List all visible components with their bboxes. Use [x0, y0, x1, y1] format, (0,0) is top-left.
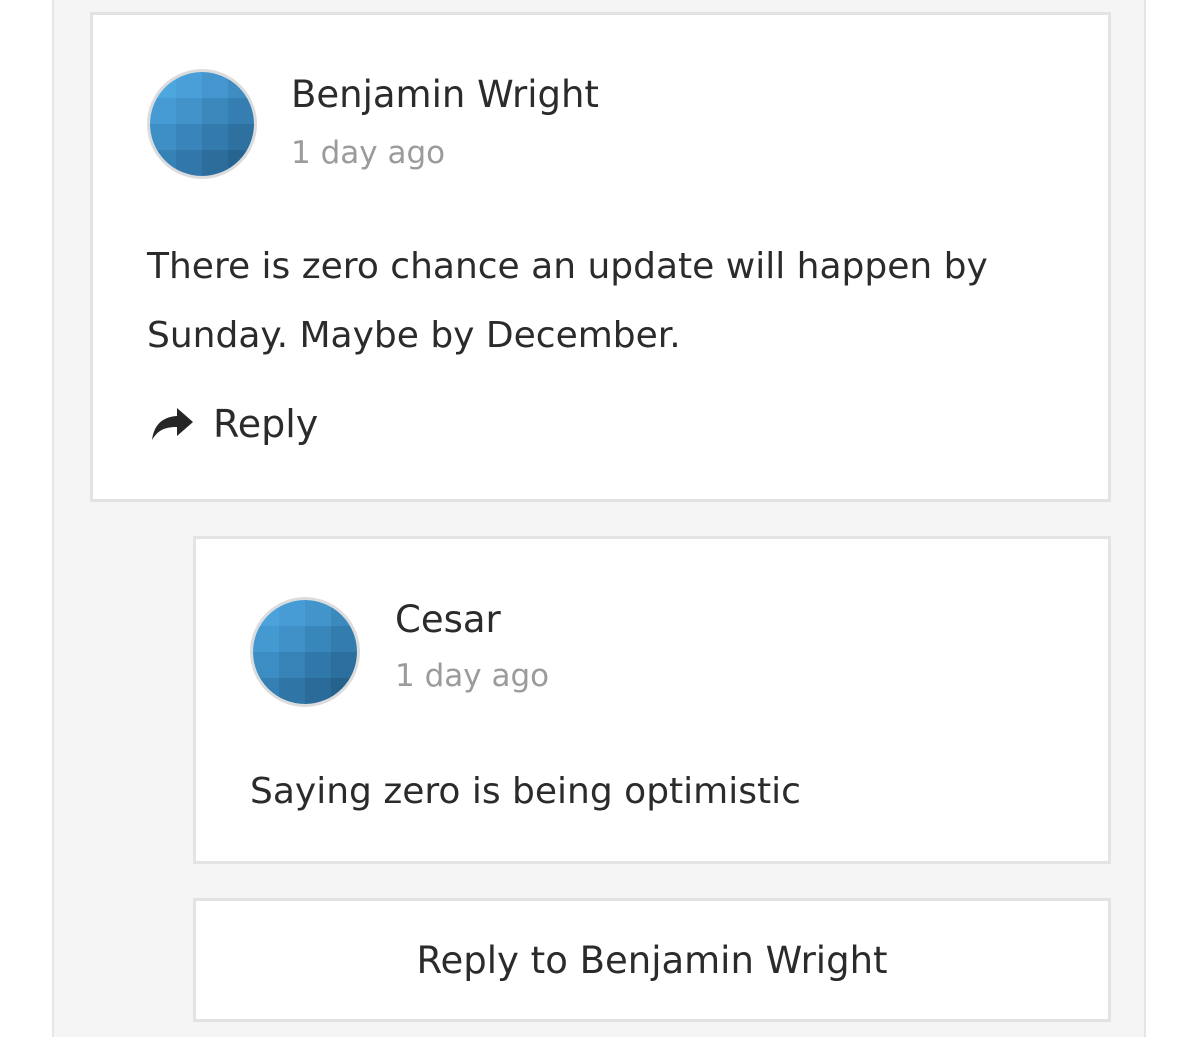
reply-card: Cesar 1 day ago Saying zero is being opt…: [193, 536, 1111, 864]
avatar-pattern-icon: [253, 600, 357, 704]
avatar[interactable]: [250, 597, 360, 707]
reply-timestamp: 1 day ago: [395, 658, 550, 694]
comment-author[interactable]: Benjamin Wright: [291, 73, 599, 117]
reply-to-author-button[interactable]: Reply to Benjamin Wright: [193, 898, 1111, 1022]
reply-author[interactable]: Cesar: [395, 598, 501, 642]
reply-body: Saying zero is being optimistic: [250, 771, 801, 812]
reply-label: Reply: [213, 402, 319, 446]
comment-card: Benjamin Wright 1 day ago There is zero …: [90, 12, 1111, 502]
comment-timestamp: 1 day ago: [291, 135, 446, 171]
avatar[interactable]: [147, 69, 257, 179]
share-arrow-icon: [152, 408, 193, 440]
avatar-pattern-icon: [150, 72, 254, 176]
comment-body: There is zero chance an update will happ…: [147, 246, 988, 356]
reply-button[interactable]: Reply: [151, 399, 318, 449]
